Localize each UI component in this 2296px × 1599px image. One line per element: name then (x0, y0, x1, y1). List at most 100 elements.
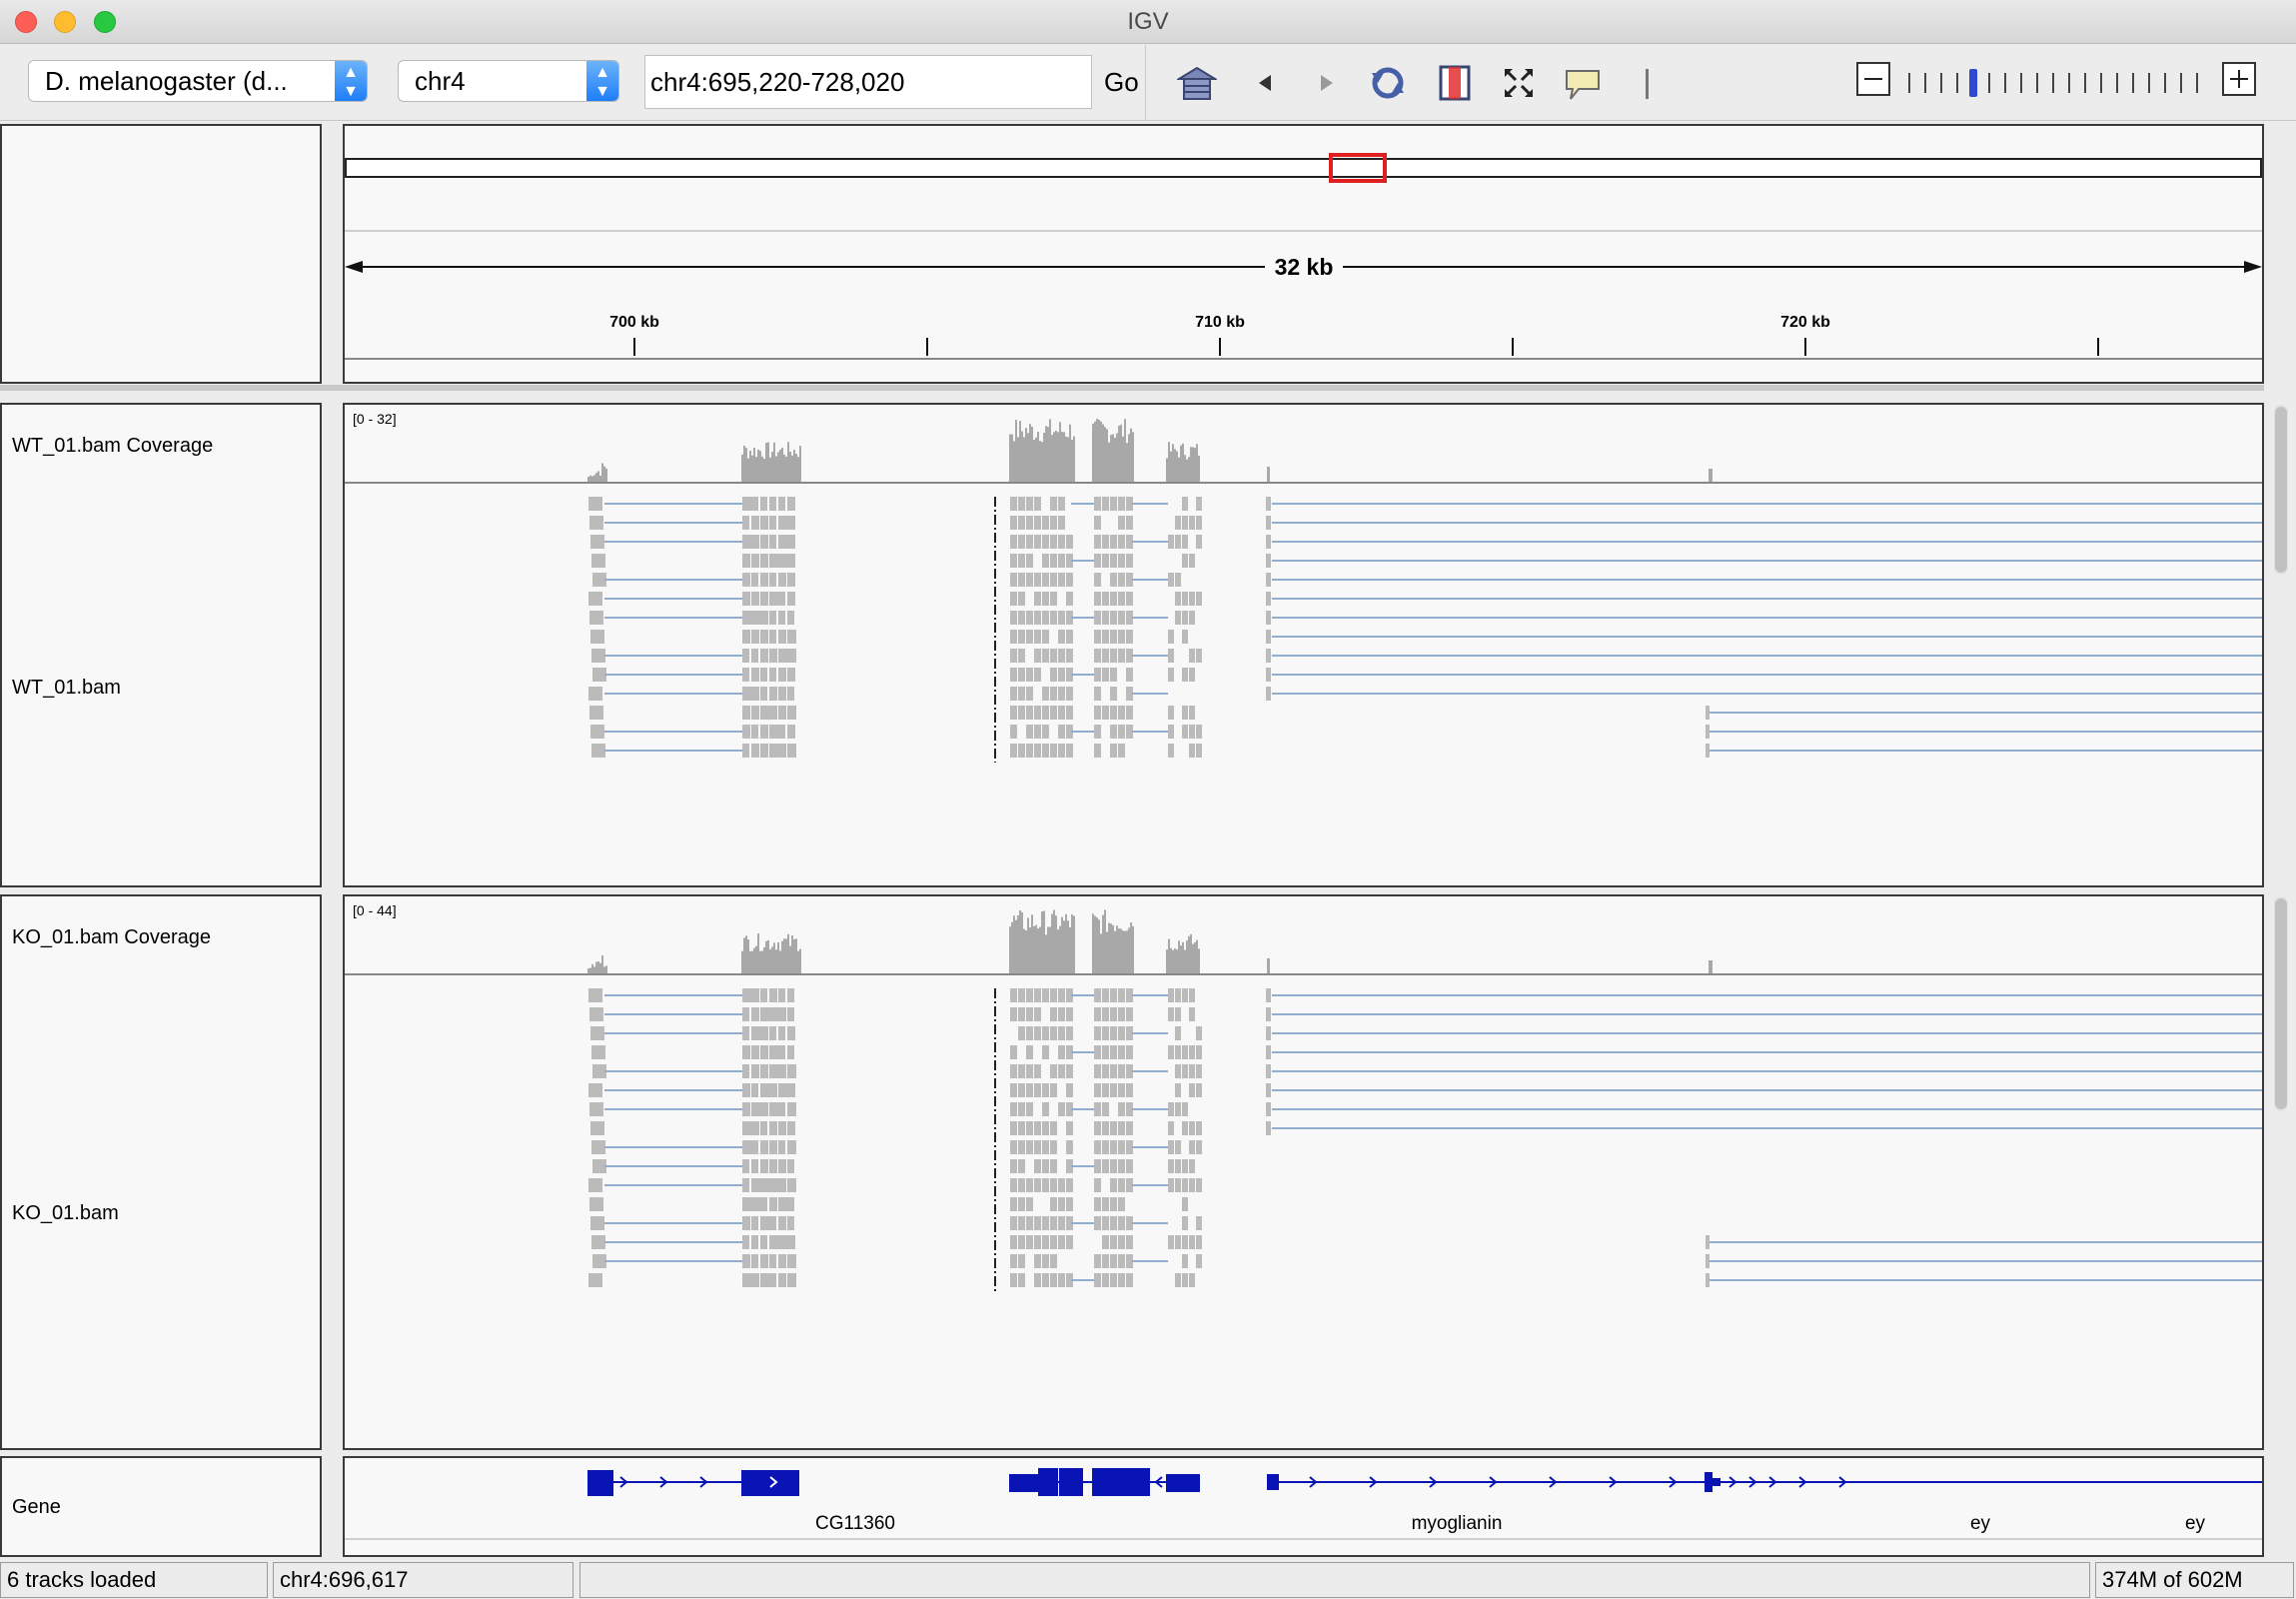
close-window-button[interactable] (15, 11, 37, 33)
coverage-bar (763, 946, 765, 974)
resize-to-window-icon[interactable] (1499, 63, 1539, 103)
read-block (1126, 1007, 1133, 1021)
read-block (751, 1235, 758, 1249)
read-block (760, 1007, 769, 1021)
read-block (1050, 535, 1057, 549)
back-icon[interactable] (1245, 63, 1285, 103)
read-block (1034, 611, 1041, 625)
coverage-bar (1063, 920, 1065, 974)
read-block (1182, 706, 1188, 720)
read-block (1118, 535, 1125, 549)
popup-info-icon[interactable] (1563, 63, 1603, 103)
minimize-window-button[interactable] (54, 11, 76, 33)
read-block (1094, 1140, 1101, 1154)
read-block (588, 497, 602, 511)
read-block (1102, 1083, 1109, 1097)
coverage-bar (1049, 419, 1051, 483)
read-block (1126, 611, 1133, 625)
gene-label-myoglianin[interactable]: myoglianin (1412, 1513, 1503, 1535)
track-name-ko-coverage[interactable]: KO_01.bam Coverage (12, 926, 211, 949)
read-block (1034, 497, 1041, 511)
ruler-panel[interactable]: 32 kb 700 kb 710 kb 720 kb (343, 124, 2264, 384)
read-block (1118, 744, 1125, 758)
coverage-bar (1061, 432, 1063, 483)
zoom-slider[interactable] (1898, 65, 2208, 101)
ko-scrollbar-thumb[interactable] (2275, 898, 2287, 1109)
read-block (742, 1083, 750, 1097)
genome-select[interactable]: D. melanogaster (d... ▲ ▼ (28, 60, 368, 102)
read-block (1706, 706, 1710, 720)
read-block (1126, 630, 1133, 644)
locus-input[interactable]: chr4:695,220-728,020 (644, 55, 1092, 109)
read-block (1126, 706, 1133, 720)
gene-track-view[interactable] (345, 1458, 2262, 1555)
read-block (1010, 1083, 1017, 1097)
coverage-bar (589, 475, 591, 483)
coverage-bar (1051, 435, 1053, 483)
read-block (588, 1083, 602, 1097)
read-block (751, 516, 759, 530)
read-block (1010, 1178, 1017, 1192)
read-block (1018, 1102, 1025, 1116)
zoom-out-icon[interactable] (1856, 62, 1890, 96)
zoom-in-icon[interactable] (2222, 62, 2256, 96)
gene-label-ey[interactable]: ey (2185, 1513, 2205, 1535)
read-block (1034, 1064, 1041, 1078)
track-name-wt-coverage[interactable]: WT_01.bam Coverage (12, 435, 213, 458)
coverage-bar (1196, 939, 1198, 974)
go-button[interactable]: Go (1104, 67, 1139, 98)
panel-divider[interactable] (0, 385, 2264, 391)
read-block (1196, 592, 1202, 606)
read-block (778, 725, 785, 739)
home-icon[interactable] (1177, 63, 1217, 103)
read-block (787, 706, 796, 720)
zoom-slider-tick (2180, 73, 2182, 93)
coverage-bar (1114, 930, 1116, 974)
track-name-ko-bam[interactable]: KO_01.bam (12, 1202, 119, 1225)
read-block (1058, 649, 1065, 663)
coverage-bar (1043, 910, 1045, 974)
zoom-slider-tick (1940, 73, 1942, 93)
chromosome-select[interactable]: chr4 ▲ ▼ (398, 60, 619, 102)
ko-scrollbar[interactable] (2274, 896, 2288, 1111)
read-block (1110, 554, 1117, 568)
coverage-bar (1092, 424, 1094, 483)
read-block (1182, 630, 1188, 644)
read-block (769, 687, 777, 701)
coverage-bar (1192, 447, 1194, 483)
coverage-bar (1132, 925, 1134, 974)
zoom-window-button[interactable] (94, 11, 116, 33)
region-of-interest-icon[interactable] (1435, 63, 1475, 103)
read-block (760, 1083, 769, 1097)
refresh-icon[interactable] (1368, 63, 1408, 103)
read-block (1026, 573, 1033, 587)
ko-alignment-view[interactable] (345, 896, 2262, 1448)
read-block (1050, 1140, 1057, 1154)
read-block (760, 1102, 768, 1116)
feature-data-panel[interactable] (343, 1456, 2264, 1557)
wt-scrollbar-thumb[interactable] (2275, 407, 2287, 573)
gene-label-cg11360[interactable]: CG11360 (815, 1513, 895, 1535)
wt-data-panel[interactable]: [0 - 32] (343, 403, 2264, 887)
ko-data-panel[interactable]: [0 - 44] (343, 894, 2264, 1450)
read-block (1050, 1026, 1057, 1040)
read-block (1042, 516, 1049, 530)
ruler-mode-icon[interactable] (1646, 69, 1649, 99)
gene-label-ey[interactable]: ey (1970, 1513, 1990, 1535)
read-block (787, 535, 795, 549)
read-block (1094, 573, 1101, 587)
wt-scrollbar[interactable] (2274, 405, 2288, 575)
read-block (1034, 706, 1041, 720)
track-name-wt-bam[interactable]: WT_01.bam (12, 677, 121, 700)
read-block (760, 535, 768, 549)
read-block (760, 554, 768, 568)
track-name-gene[interactable]: Gene (12, 1496, 61, 1519)
read-block (1026, 1235, 1033, 1249)
wt-alignment-view[interactable] (345, 405, 2262, 885)
read-block (1126, 516, 1133, 530)
coverage-bar (1178, 457, 1180, 483)
read-block (778, 535, 787, 549)
forward-icon[interactable] (1307, 63, 1347, 103)
chromosome-ideogram[interactable] (345, 158, 2262, 178)
read-block (1196, 1064, 1202, 1078)
